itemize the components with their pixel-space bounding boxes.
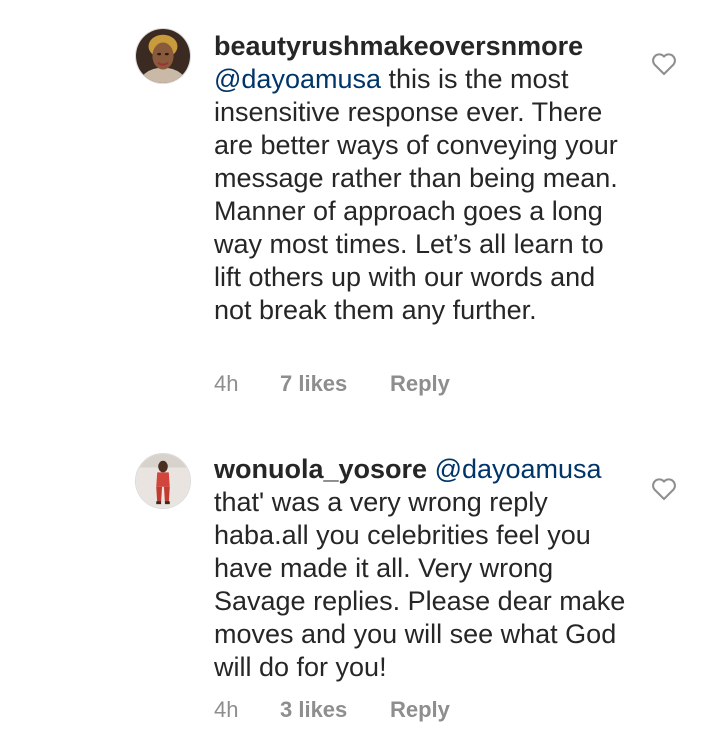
like-comment-button[interactable] (651, 52, 677, 76)
comment-text: beautyrushmakeoversnmore @dayoamusa this… (214, 30, 634, 327)
comment-username[interactable]: beautyrushmakeoversnmore (214, 31, 583, 61)
comment-text: wonuola_yosore @dayoamusa that' was a ve… (214, 453, 634, 684)
heart-outline-icon (652, 478, 676, 500)
comment-likes-count[interactable]: 3 likes (280, 697, 390, 723)
avatar[interactable] (135, 28, 191, 84)
like-comment-button[interactable] (651, 477, 677, 501)
avatar-image (136, 29, 190, 83)
comment-mention-link[interactable]: @dayoamusa (214, 64, 381, 94)
reply-button[interactable]: Reply (390, 371, 450, 397)
comment-body: this is the most insensitive response ev… (214, 64, 618, 325)
avatar-image (136, 454, 190, 508)
comment-likes-count[interactable]: 7 likes (280, 371, 390, 397)
comment-timestamp: 4h (214, 371, 239, 396)
comment-meta: 4h 7 likes Reply (214, 371, 450, 397)
reply-button[interactable]: Reply (390, 697, 450, 723)
comment-username[interactable]: wonuola_yosore (214, 454, 427, 484)
avatar[interactable] (135, 453, 191, 509)
heart-outline-icon (652, 53, 676, 75)
comment-timestamp: 4h (214, 697, 239, 722)
comment-mention-link[interactable]: @dayoamusa (435, 454, 602, 484)
comment-body: that' was a very wrong reply haba.all yo… (214, 487, 626, 682)
comment-meta: 4h 3 likes Reply (214, 697, 450, 723)
